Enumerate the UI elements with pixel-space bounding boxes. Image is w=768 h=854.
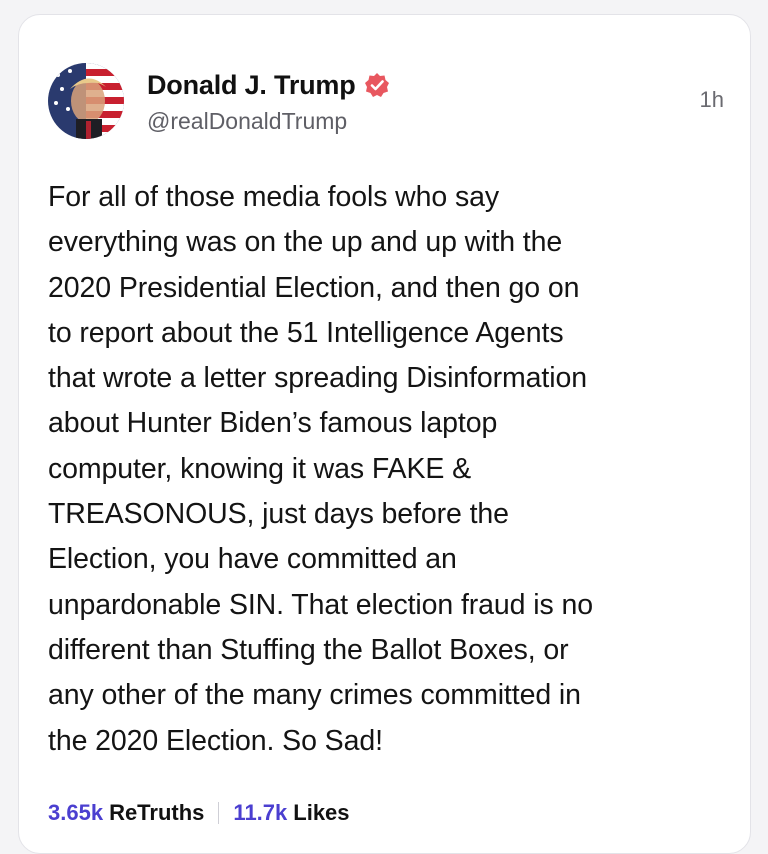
check-badge-icon — [364, 72, 390, 98]
likes-stat[interactable]: 11.7k Likes — [233, 800, 349, 826]
avatar-image — [48, 63, 124, 139]
retruths-label: ReTruths — [109, 800, 205, 825]
stats-divider — [218, 802, 220, 824]
author-handle[interactable]: @realDonaldTrump — [147, 108, 347, 135]
likes-count: 11.7k — [233, 800, 288, 825]
author-name[interactable]: Donald J. Trump — [147, 70, 356, 101]
retruths-stat[interactable]: 3.65k ReTruths — [48, 800, 204, 826]
likes-label: Likes — [293, 800, 350, 825]
avatar[interactable] — [48, 63, 124, 139]
post-stats: 3.65k ReTruths 11.7k Likes — [48, 800, 350, 826]
post-timestamp[interactable]: 1h — [700, 87, 724, 113]
post-body: For all of those media fools who say eve… — [48, 181, 593, 757]
author-row: Donald J. Trump — [147, 68, 390, 102]
retruths-count: 3.65k — [48, 800, 104, 825]
post-card: Donald J. Trump @realDonaldTrump 1h For … — [18, 14, 751, 854]
